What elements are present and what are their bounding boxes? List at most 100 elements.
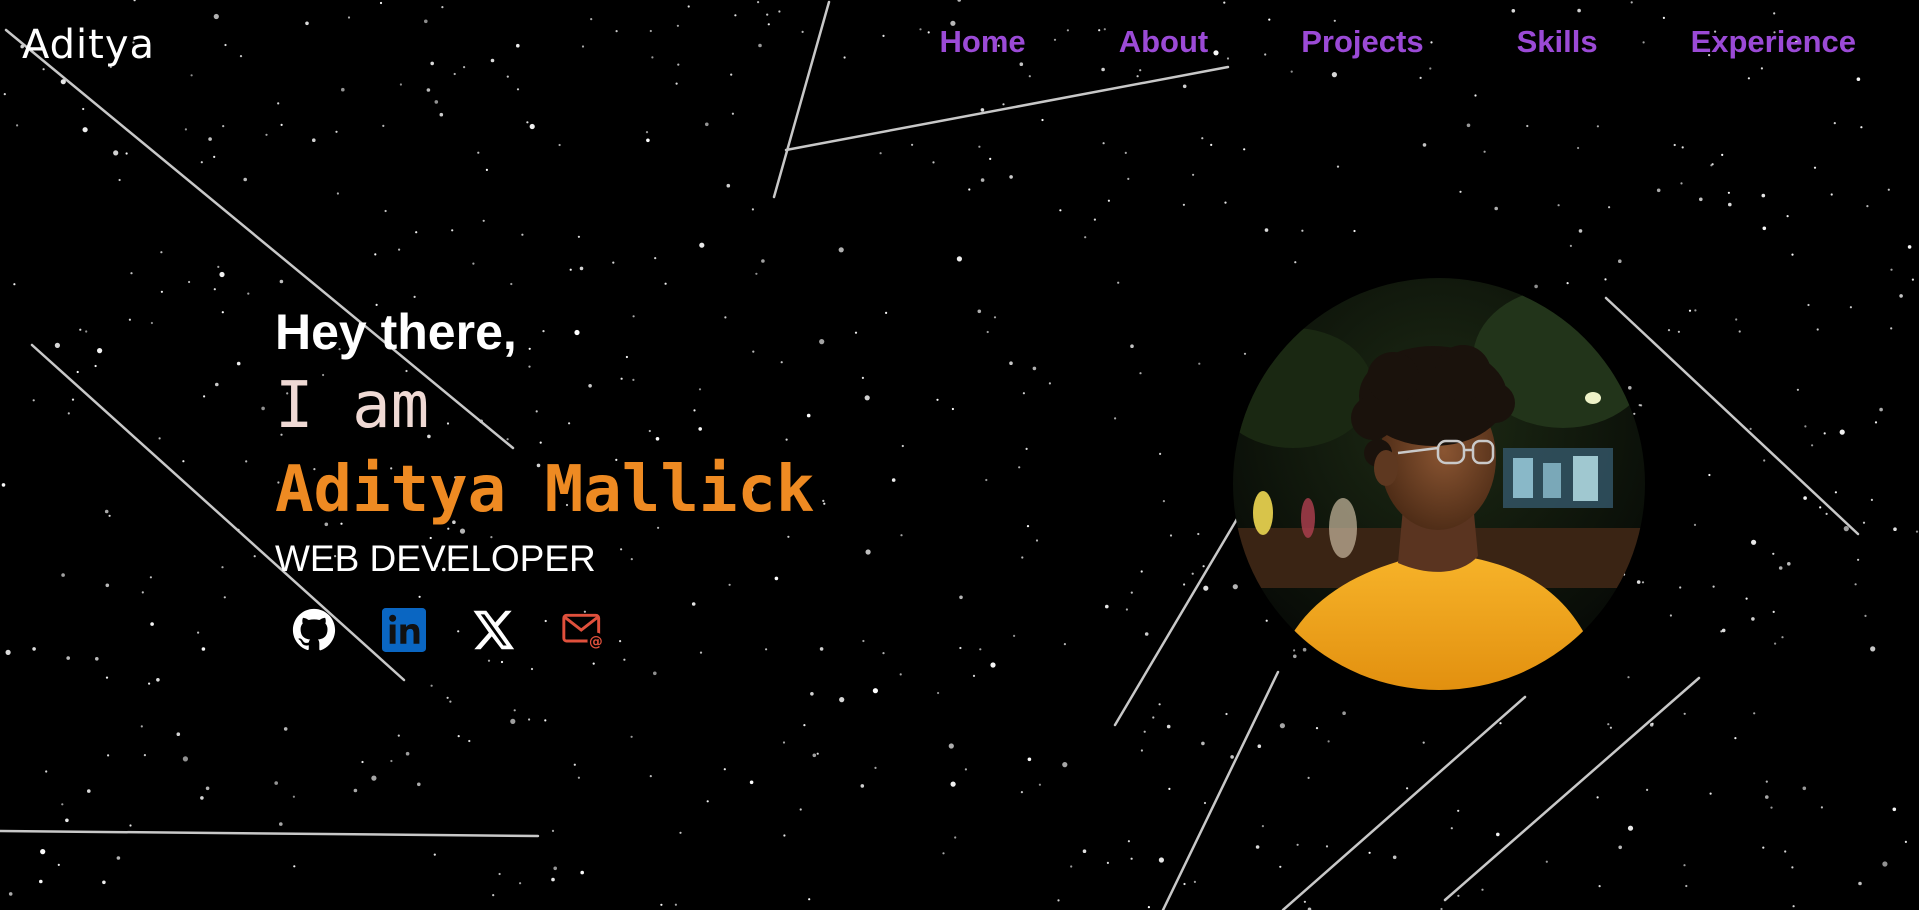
star	[630, 735, 633, 738]
star	[1279, 723, 1285, 729]
star	[54, 342, 61, 348]
star	[1020, 791, 1024, 794]
star	[950, 781, 956, 787]
star	[1734, 737, 1737, 740]
star	[646, 138, 650, 143]
star	[1677, 330, 1680, 333]
star	[1858, 881, 1862, 886]
star	[1577, 8, 1581, 13]
star	[706, 800, 709, 803]
star	[510, 282, 513, 286]
star	[1466, 123, 1471, 128]
star	[182, 756, 188, 762]
nav-about[interactable]: About	[1119, 24, 1209, 60]
star	[1048, 382, 1051, 385]
star	[1720, 630, 1723, 633]
star	[1127, 177, 1130, 180]
star	[1727, 191, 1730, 194]
star	[65, 818, 69, 823]
star	[1787, 562, 1791, 566]
star	[1862, 521, 1866, 524]
star	[1, 483, 6, 487]
star	[16, 124, 19, 127]
star	[485, 168, 488, 171]
star	[500, 660, 504, 664]
star	[615, 30, 618, 33]
star	[156, 678, 160, 682]
star	[936, 398, 939, 401]
star	[1140, 570, 1143, 573]
email-icon[interactable]: @	[562, 608, 606, 652]
star	[221, 311, 224, 314]
star	[980, 178, 985, 182]
star	[551, 829, 555, 833]
linkedin-icon[interactable]	[382, 608, 426, 652]
star	[1608, 206, 1611, 209]
star	[1392, 855, 1397, 860]
star	[1062, 762, 1068, 768]
star	[1027, 757, 1032, 762]
star	[516, 88, 520, 91]
star	[872, 688, 879, 694]
star	[468, 739, 471, 743]
star	[1101, 67, 1105, 72]
star	[1784, 850, 1787, 853]
star	[1796, 388, 1799, 391]
star	[118, 178, 121, 182]
star	[236, 361, 241, 366]
svg-text:@: @	[589, 634, 603, 650]
star	[128, 318, 131, 321]
star	[279, 279, 284, 284]
star	[1302, 647, 1307, 652]
star	[1483, 150, 1486, 153]
nav-projects[interactable]: Projects	[1301, 24, 1423, 60]
star	[766, 13, 769, 16]
star	[97, 348, 103, 354]
star	[799, 808, 802, 811]
star	[510, 718, 516, 725]
nav-home[interactable]: Home	[940, 24, 1026, 60]
star	[247, 292, 250, 295]
star	[1130, 344, 1134, 349]
star	[108, 514, 111, 517]
star	[441, 6, 444, 9]
github-icon[interactable]	[292, 608, 336, 652]
star	[864, 395, 870, 401]
star	[1261, 825, 1264, 828]
star	[1325, 845, 1329, 848]
star	[1429, 67, 1432, 70]
star	[405, 751, 410, 756]
star	[160, 290, 163, 293]
star	[1839, 429, 1845, 435]
nav-skills[interactable]: Skills	[1517, 24, 1598, 60]
star	[1130, 857, 1133, 860]
star	[398, 248, 401, 251]
x-twitter-icon[interactable]	[472, 608, 516, 652]
star	[1183, 882, 1186, 886]
site-logo[interactable]: Aditya	[22, 22, 155, 68]
star	[399, 83, 402, 86]
star	[978, 145, 981, 148]
star	[1307, 776, 1310, 780]
star	[528, 718, 531, 721]
star	[1618, 259, 1622, 264]
star	[1057, 899, 1060, 902]
star	[253, 555, 256, 558]
star	[1662, 16, 1665, 19]
star	[274, 781, 279, 785]
star	[76, 370, 79, 374]
nav-experience[interactable]: Experience	[1691, 24, 1856, 60]
star	[1598, 885, 1601, 888]
star	[221, 566, 224, 569]
star	[649, 775, 652, 778]
star	[224, 43, 227, 47]
star	[1866, 205, 1869, 208]
star	[1022, 392, 1025, 395]
star	[397, 734, 400, 737]
star	[506, 75, 509, 78]
star	[862, 639, 865, 643]
star	[757, 0, 760, 4]
star	[755, 272, 758, 275]
star	[1223, 1, 1226, 4]
star	[1773, 12, 1776, 15]
